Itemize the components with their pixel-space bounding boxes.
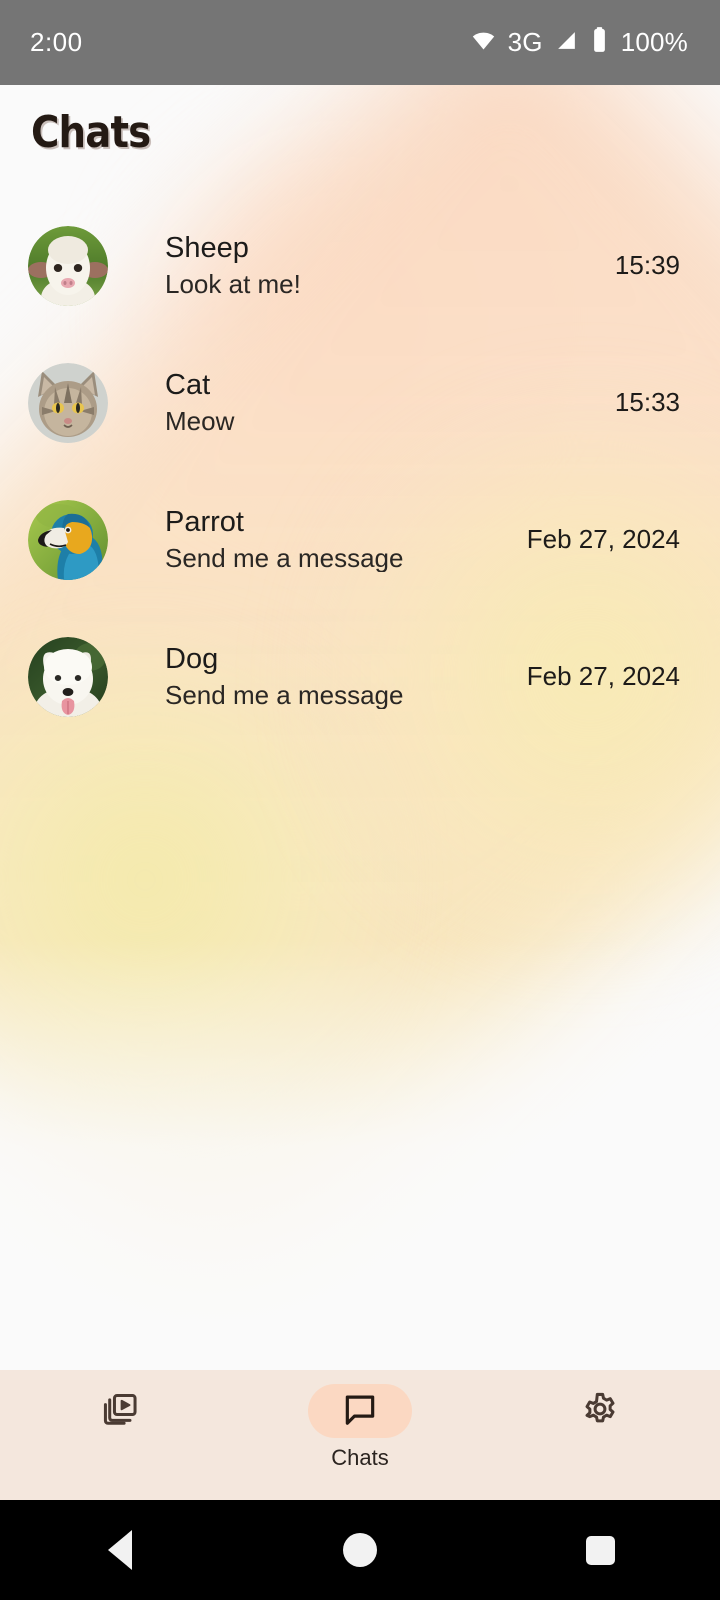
chat-contact-name: Sheep	[165, 233, 249, 264]
background-fade	[0, 940, 720, 1370]
chat-message-preview: Meow	[165, 407, 235, 435]
recents-square-icon	[585, 1535, 615, 1565]
chat-list-item[interactable]: Dog Send me a message Feb 27, 2024	[0, 608, 720, 745]
chat-timestamp: Feb 27, 2024	[526, 524, 680, 554]
cat-avatar[interactable]	[28, 362, 108, 443]
phone-screen: 2:00 3G 100% Chats Sheep Look at me! 15:…	[0, 0, 720, 1600]
chat-timestamp: 15:39	[614, 250, 680, 280]
nav-item-chats[interactable]: Chats	[270, 1384, 450, 1469]
status-clock: 2:00	[30, 27, 83, 57]
home-circle-icon	[343, 1533, 377, 1567]
network-type-label: 3G	[507, 27, 543, 57]
nav-pill-settings	[548, 1384, 652, 1438]
chat-list-item[interactable]: Parrot Send me a message Feb 27, 2024	[0, 471, 720, 608]
chat-contact-name: Parrot	[165, 507, 244, 538]
back-triangle-icon	[108, 1530, 132, 1570]
chat-message-preview: Look at me!	[165, 270, 301, 298]
video-library-icon	[101, 1390, 139, 1433]
android-system-navigation	[0, 1500, 720, 1600]
gear-icon	[581, 1390, 619, 1433]
chat-item-text: Sheep Look at me!	[165, 233, 597, 298]
chat-timestamp: Feb 27, 2024	[526, 661, 680, 691]
chat-list: Sheep Look at me! 15:39 Cat Meow 15:33 P…	[0, 197, 720, 745]
dog-avatar[interactable]	[28, 636, 108, 717]
chat-list-item[interactable]: Sheep Look at me! 15:39	[0, 197, 720, 334]
chat-message-preview: Send me a message	[165, 681, 404, 709]
nav-pill-stories	[68, 1384, 172, 1438]
bottom-navigation: Stories Chats Setti	[0, 1370, 720, 1500]
signal-icon	[554, 28, 579, 58]
sheep-avatar[interactable]	[28, 225, 108, 306]
parrot-avatar[interactable]	[28, 499, 108, 580]
status-bar: 2:00 3G 100%	[0, 0, 720, 85]
chat-contact-name: Cat	[165, 370, 211, 401]
chat-list-item[interactable]: Cat Meow 15:33	[0, 334, 720, 471]
recents-button[interactable]	[540, 1535, 660, 1565]
chat-item-text: Dog Send me a message	[165, 644, 509, 709]
status-indicators: 3G 100%	[470, 26, 688, 59]
nav-item-settings[interactable]: Settings	[510, 1384, 690, 1469]
chat-bubble-icon	[341, 1390, 379, 1433]
chat-message-preview: Send me a message	[165, 544, 404, 572]
chat-timestamp: 15:33	[614, 387, 680, 417]
wifi-icon	[470, 27, 497, 59]
chat-contact-name: Dog	[165, 644, 219, 675]
content-area: Chats Sheep Look at me! 15:39 Cat Meow 1…	[0, 85, 720, 1370]
page-title: Chats	[31, 107, 151, 158]
nav-pill-chats	[308, 1384, 412, 1438]
home-button[interactable]	[300, 1533, 420, 1567]
chat-item-text: Cat Meow	[165, 370, 597, 435]
back-button[interactable]	[60, 1530, 180, 1570]
nav-label-chats: Chats	[331, 1445, 389, 1470]
chat-item-text: Parrot Send me a message	[165, 507, 509, 572]
battery-percent-label: 100%	[620, 27, 688, 57]
nav-item-stories[interactable]: Stories	[30, 1384, 210, 1469]
battery-icon	[590, 26, 609, 59]
